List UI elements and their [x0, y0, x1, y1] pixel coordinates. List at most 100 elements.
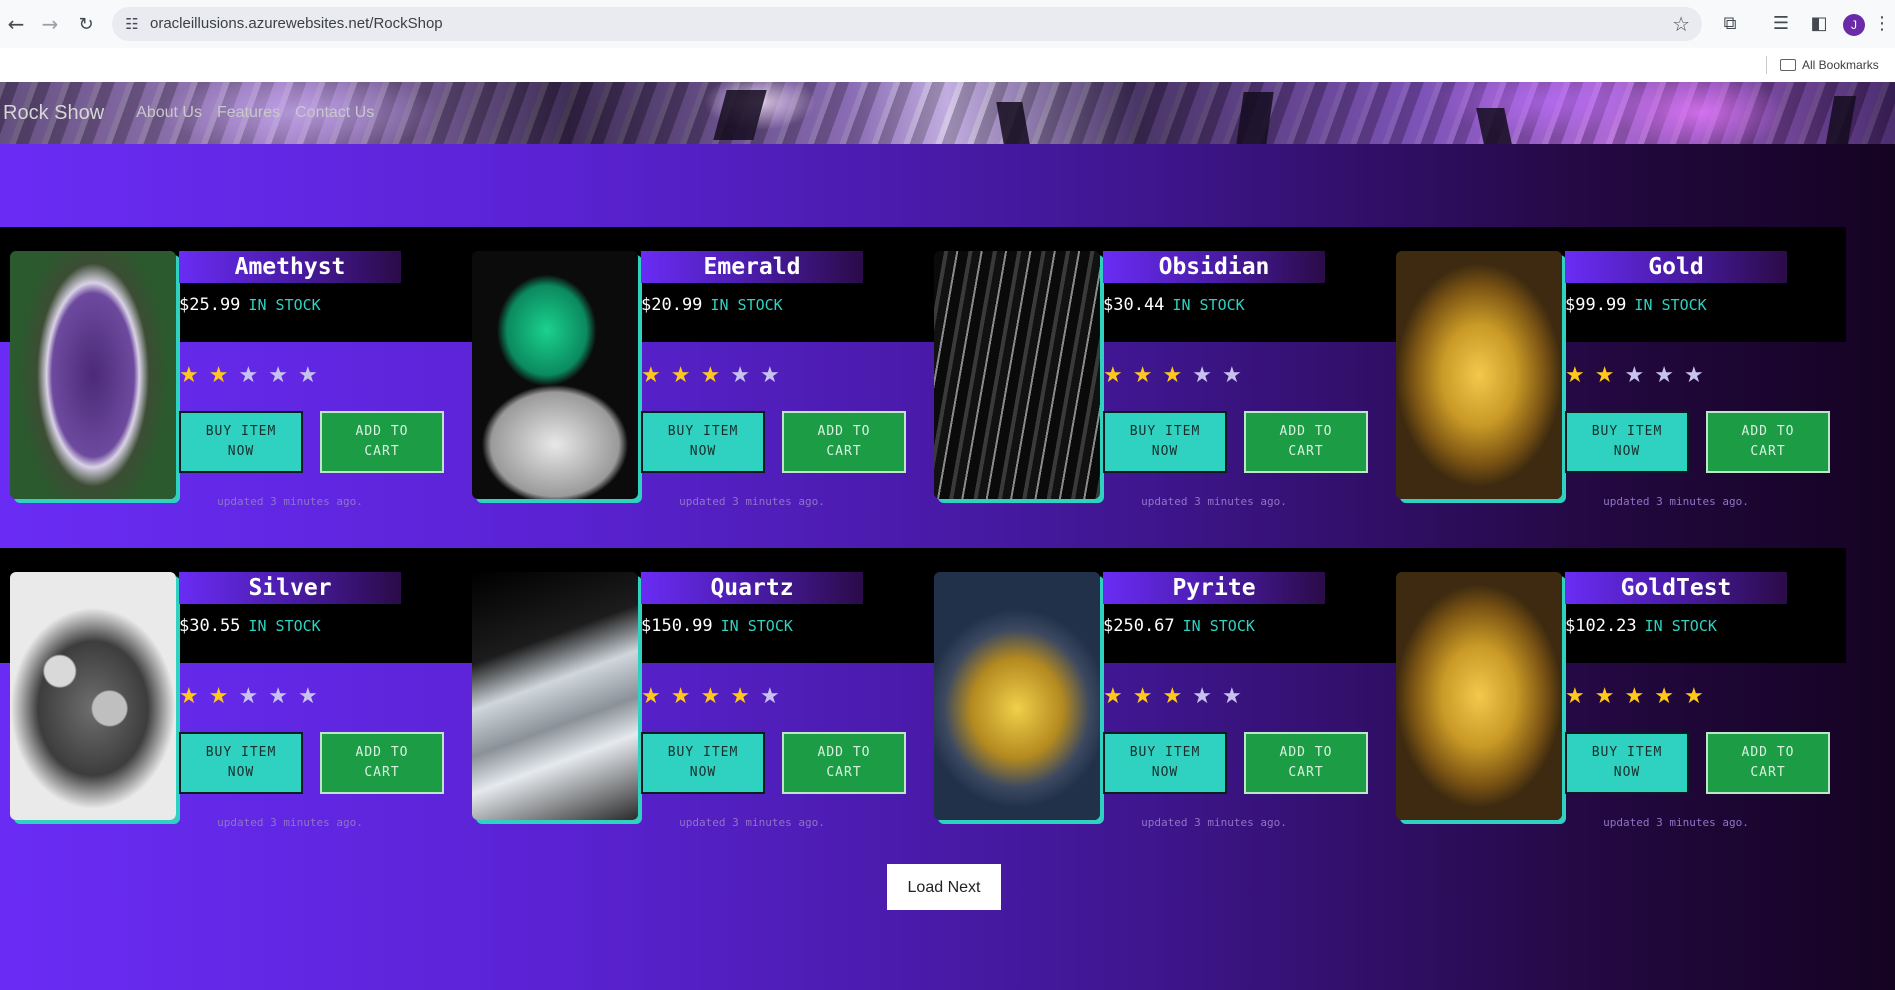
updated-timestamp: updated 3 minutes ago. — [217, 816, 363, 829]
rating-star-icon[interactable]: ★ — [1222, 363, 1252, 388]
add-to-cart-button[interactable]: ADD TO CART — [1706, 732, 1830, 794]
back-icon[interactable]: ← — [2, 10, 30, 38]
buy-now-button[interactable]: BUY ITEM NOW — [1565, 732, 1689, 794]
product-card: Silver $30.55 IN STOCK ★★★★★ BUY ITEM NOW ADD… — [0, 572, 444, 862]
product-image[interactable] — [10, 572, 176, 820]
bookmark-star-icon[interactable]: ☆ — [1672, 7, 1690, 41]
product-image[interactable] — [472, 251, 638, 499]
updated-timestamp: updated 3 minutes ago. — [679, 816, 825, 829]
page: Rock Show About Us Features Contact Us A… — [0, 82, 1895, 990]
rating-star-icon[interactable]: ★ — [238, 363, 268, 388]
rating-star-icon[interactable]: ★ — [1133, 684, 1163, 709]
side-panel-icon[interactable]: ◧ — [1805, 10, 1833, 38]
load-next-button[interactable]: Load Next — [887, 864, 1001, 910]
all-bookmarks-button[interactable]: All Bookmarks — [1780, 48, 1879, 82]
product-image[interactable] — [934, 572, 1100, 820]
rating-star-icon[interactable]: ★ — [1103, 363, 1133, 388]
product-rating: ★★★★★ — [641, 363, 790, 388]
rating-star-icon[interactable]: ★ — [1565, 363, 1595, 388]
rating-star-icon[interactable]: ★ — [1624, 363, 1654, 388]
reading-list-icon[interactable]: ☰ — [1767, 10, 1795, 38]
add-to-cart-button[interactable]: ADD TO CART — [782, 411, 906, 473]
rating-star-icon[interactable]: ★ — [1162, 684, 1192, 709]
url-text[interactable]: oracleillusions.azurewebsites.net/RockSh… — [150, 7, 443, 41]
rating-star-icon[interactable]: ★ — [1103, 684, 1133, 709]
rating-star-icon[interactable]: ★ — [1192, 684, 1222, 709]
browser-chrome: ← → ↻ ☷ oracleillusions.azurewebsites.ne… — [0, 0, 1895, 82]
product-card: Pyrite $250.67 IN STOCK ★★★★★ BUY ITEM NOW AD… — [924, 572, 1368, 862]
rating-star-icon[interactable]: ★ — [700, 363, 730, 388]
product-price: $30.55 — [179, 616, 241, 636]
rating-star-icon[interactable]: ★ — [1595, 684, 1625, 709]
hero-banner: Rock Show About Us Features Contact Us — [0, 82, 1895, 144]
folder-icon — [1780, 59, 1796, 71]
nav-link-features[interactable]: Features — [217, 104, 280, 122]
add-to-cart-button[interactable]: ADD TO CART — [782, 732, 906, 794]
rating-star-icon[interactable]: ★ — [730, 684, 760, 709]
extensions-icon[interactable]: ⧉ — [1716, 10, 1744, 38]
rating-star-icon[interactable]: ★ — [179, 363, 209, 388]
rating-star-icon[interactable]: ★ — [179, 684, 209, 709]
buy-now-button[interactable]: BUY ITEM NOW — [179, 411, 303, 473]
buy-now-button[interactable]: BUY ITEM NOW — [641, 732, 765, 794]
product-card: Quartz $150.99 IN STOCK ★★★★★ BUY ITEM NOW AD… — [462, 572, 906, 862]
add-to-cart-button[interactable]: ADD TO CART — [1706, 411, 1830, 473]
rating-star-icon[interactable]: ★ — [700, 684, 730, 709]
product-image[interactable] — [10, 251, 176, 499]
site-settings-icon[interactable]: ☷ — [122, 14, 142, 34]
buy-now-label: BUY ITEM NOW — [1591, 745, 1663, 780]
rating-star-icon[interactable]: ★ — [209, 684, 239, 709]
profile-avatar[interactable]: J — [1843, 14, 1865, 36]
rating-star-icon[interactable]: ★ — [1222, 684, 1252, 709]
add-to-cart-button[interactable]: ADD TO CART — [1244, 732, 1368, 794]
buy-now-label: BUY ITEM NOW — [1129, 745, 1201, 780]
add-to-cart-button[interactable]: ADD TO CART — [1244, 411, 1368, 473]
buy-now-button[interactable]: BUY ITEM NOW — [1103, 732, 1227, 794]
rating-star-icon[interactable]: ★ — [1624, 684, 1654, 709]
rating-star-icon[interactable]: ★ — [671, 684, 701, 709]
rating-star-icon[interactable]: ★ — [298, 684, 328, 709]
buy-now-button[interactable]: BUY ITEM NOW — [641, 411, 765, 473]
product-image[interactable] — [472, 572, 638, 820]
rating-star-icon[interactable]: ★ — [1133, 363, 1163, 388]
add-to-cart-button[interactable]: ADD TO CART — [320, 411, 444, 473]
rating-star-icon[interactable]: ★ — [1192, 363, 1222, 388]
menu-icon[interactable]: ⋮ — [1872, 10, 1892, 38]
rating-star-icon[interactable]: ★ — [1565, 684, 1595, 709]
product-price-line: $150.99 IN STOCK — [641, 616, 793, 636]
rating-star-icon[interactable]: ★ — [760, 363, 790, 388]
rating-star-icon[interactable]: ★ — [268, 363, 298, 388]
product-price: $99.99 — [1565, 295, 1627, 315]
product-image[interactable] — [1396, 572, 1562, 820]
rating-star-icon[interactable]: ★ — [238, 684, 268, 709]
rating-star-icon[interactable]: ★ — [209, 363, 239, 388]
product-image[interactable] — [1396, 251, 1562, 499]
rating-star-icon[interactable]: ★ — [1162, 363, 1192, 388]
site-nav: Rock Show About Us Features Contact Us — [0, 82, 374, 144]
stock-status: IN STOCK — [248, 296, 321, 314]
buy-now-button[interactable]: BUY ITEM NOW — [179, 732, 303, 794]
rating-star-icon[interactable]: ★ — [671, 363, 701, 388]
forward-icon[interactable]: → — [36, 10, 64, 38]
address-bar[interactable]: ☷ oracleillusions.azurewebsites.net/Rock… — [112, 7, 1702, 41]
nav-link-contact-us[interactable]: Contact Us — [295, 104, 374, 122]
rating-star-icon[interactable]: ★ — [1654, 363, 1684, 388]
add-to-cart-label: ADD TO CART — [1741, 745, 1795, 780]
buy-now-button[interactable]: BUY ITEM NOW — [1565, 411, 1689, 473]
reload-icon[interactable]: ↻ — [72, 10, 100, 38]
rating-star-icon[interactable]: ★ — [760, 684, 790, 709]
rating-star-icon[interactable]: ★ — [1684, 363, 1714, 388]
add-to-cart-button[interactable]: ADD TO CART — [320, 732, 444, 794]
rating-star-icon[interactable]: ★ — [1654, 684, 1684, 709]
rating-star-icon[interactable]: ★ — [1595, 363, 1625, 388]
rating-star-icon[interactable]: ★ — [641, 363, 671, 388]
rating-star-icon[interactable]: ★ — [298, 363, 328, 388]
rating-star-icon[interactable]: ★ — [730, 363, 760, 388]
site-brand[interactable]: Rock Show — [3, 102, 104, 125]
rating-star-icon[interactable]: ★ — [268, 684, 298, 709]
rating-star-icon[interactable]: ★ — [1684, 684, 1714, 709]
rating-star-icon[interactable]: ★ — [641, 684, 671, 709]
nav-link-about-us[interactable]: About Us — [136, 104, 202, 122]
product-image[interactable] — [934, 251, 1100, 499]
buy-now-button[interactable]: BUY ITEM NOW — [1103, 411, 1227, 473]
